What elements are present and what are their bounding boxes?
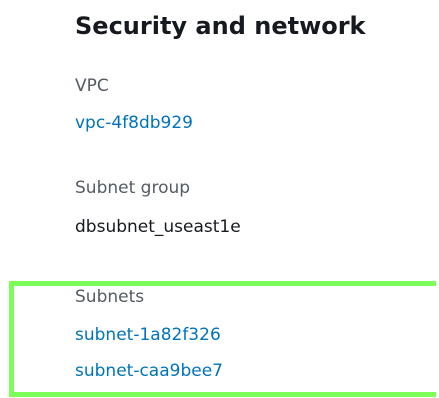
section-title: Security and network [75,12,366,40]
subnet-link[interactable]: subnet-1a82f326 [75,323,221,347]
subnet-group-value: dbsubnet_useast1e [75,217,241,237]
vpc-link[interactable]: vpc-4f8db929 [75,111,193,135]
security-network-panel: Security and network VPC vpc-4f8db929 Su… [0,0,439,398]
subnet-link[interactable]: subnet-caa9bee7 [75,359,223,383]
subnets-label: Subnets [75,287,145,307]
vpc-label: VPC [75,76,109,96]
subnet-group-label: Subnet group [75,178,191,198]
